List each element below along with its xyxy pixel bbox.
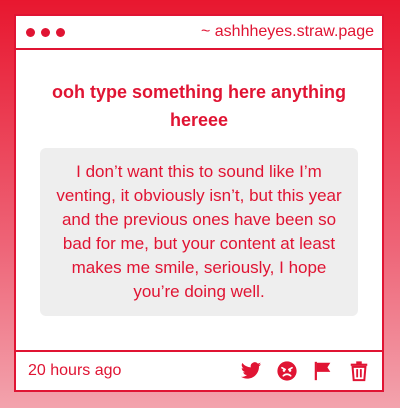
window-titlebar: ~ ashhheyes.straw.page [16,16,382,50]
page-url: ~ ashhheyes.straw.page [200,23,374,40]
message-card: ~ ashhheyes.straw.page ooh type somethin… [14,14,384,392]
window-dot-3 [56,27,65,37]
timestamp: 20 hours ago [28,362,122,379]
window-controls [26,27,65,37]
action-bar [240,360,370,382]
angry-face-icon[interactable] [276,360,298,382]
twitter-icon[interactable] [240,360,262,382]
window-dot-1 [26,27,35,37]
prompt-title: ooh type something here anything hereee [51,82,347,130]
message-text: I don’t want this to sound like I’m vent… [40,148,358,316]
card-body: ooh type something here anything hereee … [16,50,382,316]
card-footer: 20 hours ago [16,350,382,390]
window-dot-2 [41,27,50,37]
trash-icon[interactable] [348,360,370,382]
flag-icon[interactable] [312,360,334,382]
